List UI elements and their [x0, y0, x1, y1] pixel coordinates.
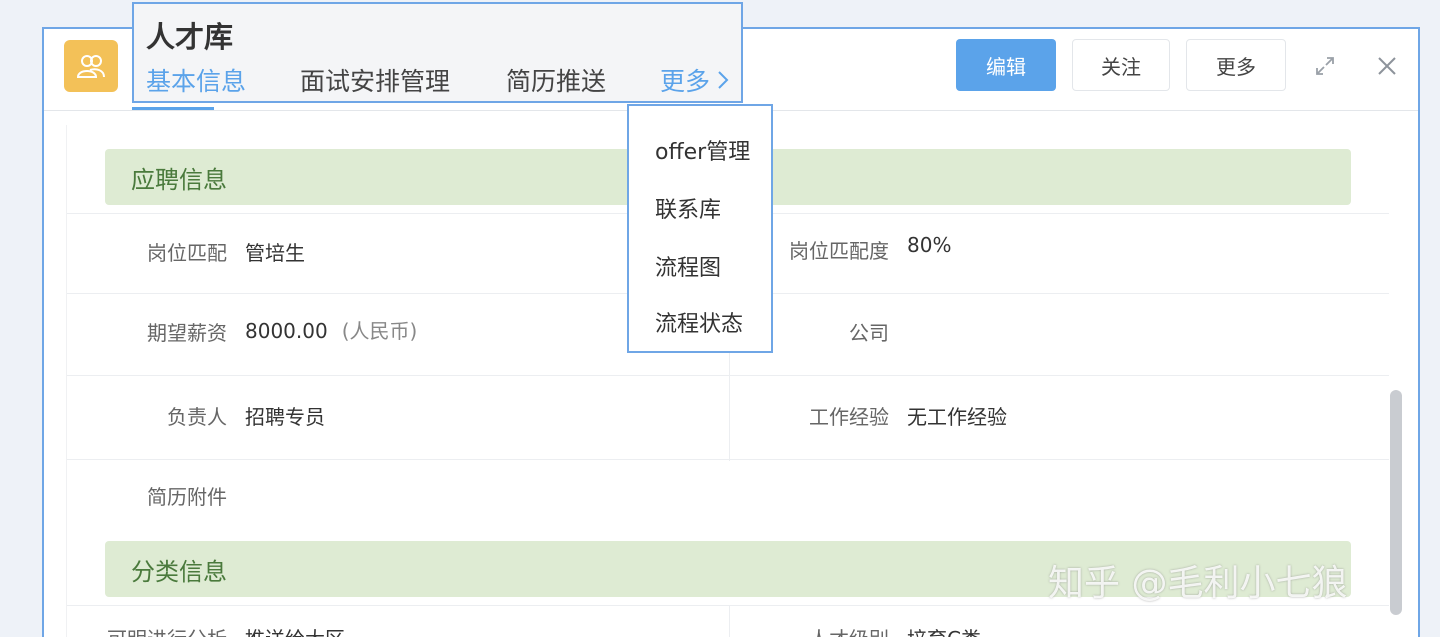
currency-unit: (人民币) [341, 319, 418, 343]
row-divider [67, 459, 1389, 460]
people-icon [64, 40, 118, 92]
active-tab-indicator [132, 107, 214, 110]
chevron-right-icon [718, 71, 729, 89]
menu-item-flow-status[interactable]: 流程状态 [655, 306, 743, 338]
resume-attachment-label: 简历附件 [147, 485, 227, 509]
expand-icon[interactable] [1312, 53, 1338, 79]
expected-salary-label: 期望薪资 [147, 321, 227, 345]
owner-value: 招聘专员 [245, 405, 325, 429]
tab-interview-arrangement[interactable]: 面试安排管理 [300, 62, 450, 98]
close-icon[interactable] [1374, 53, 1400, 79]
menu-item-contacts[interactable]: 联系库 [655, 192, 721, 224]
work-experience-value: 无工作经验 [907, 405, 1007, 429]
tab-more[interactable]: 更多 [660, 62, 732, 98]
more-button[interactable]: 更多 [1186, 39, 1286, 91]
menu-item-flowchart[interactable]: 流程图 [655, 250, 721, 282]
position-match-degree-value: 80% [907, 233, 952, 257]
column-divider [729, 605, 730, 637]
menu-item-offer[interactable]: offer管理 [655, 134, 750, 166]
vertical-scrollbar[interactable] [1390, 390, 1402, 615]
tab-resume-push[interactable]: 简历推送 [506, 62, 606, 98]
tab-popup: 人才库 基本信息 面试安排管理 简历推送 更多 [132, 2, 743, 103]
more-dropdown-menu: offer管理 联系库 流程图 流程状态 [627, 104, 773, 353]
row-divider [67, 375, 1389, 376]
talent-level-value: 培育C类 [907, 623, 981, 637]
owner-label: 负责人 [167, 405, 227, 429]
expected-salary-value: 8000.00 (人民币) [245, 315, 417, 344]
edit-button[interactable]: 编辑 [956, 39, 1056, 91]
tab-more-label: 更多 [660, 67, 711, 96]
position-match-value: 管培生 [245, 241, 305, 265]
position-match-label: 岗位匹配 [147, 241, 227, 265]
watermark: 知乎 @毛利小七狼 [1048, 563, 1348, 604]
analysis-value: 推送给大区 [245, 623, 345, 637]
analysis-label: 可明进行分析 [67, 623, 227, 637]
tab-basic-info[interactable]: 基本信息 [146, 62, 246, 98]
expected-salary-amount: 8000.00 [245, 319, 328, 343]
talent-level-label: 人才级别 [749, 623, 889, 637]
follow-button[interactable]: 关注 [1072, 39, 1170, 91]
popup-title: 人才库 [146, 20, 234, 54]
work-experience-label: 工作经验 [809, 405, 889, 429]
